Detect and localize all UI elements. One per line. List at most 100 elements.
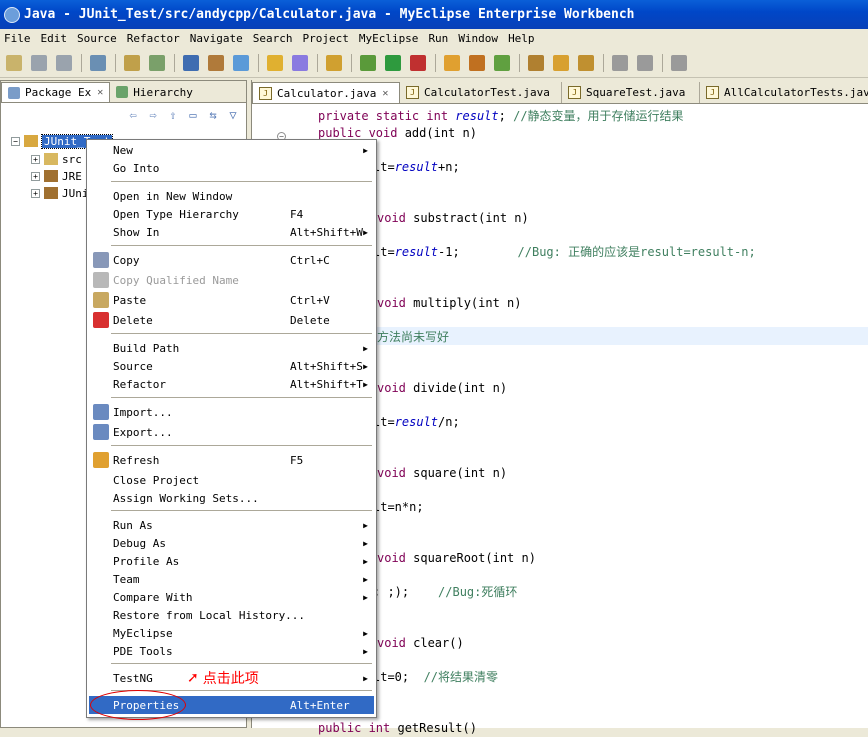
toolbar-button-icon[interactable] — [637, 54, 653, 71]
editor-tab-squaretest-java[interactable]: J SquareTest.java — [562, 82, 700, 103]
menu-item-export[interactable]: Export... — [89, 423, 374, 441]
close-icon[interactable]: ✕ — [382, 88, 388, 99]
menu-item-delete[interactable]: Delete Delete — [89, 311, 374, 329]
export-icon — [93, 424, 109, 440]
submenu-arrow-icon: ▶ — [363, 379, 368, 389]
menu-item-close-project[interactable]: Close Project — [89, 471, 374, 489]
code-line: public int getResult() — [318, 720, 477, 737]
menu-item-profile-as[interactable]: Profile As ▶ — [89, 552, 374, 570]
tab-package-ex[interactable]: Package Ex ✕ — [1, 82, 111, 102]
toolbar-button-icon[interactable] — [494, 54, 510, 71]
toolbar-button-icon[interactable] — [124, 54, 140, 71]
tree-item-juni[interactable]: + JUni — [31, 185, 89, 201]
menu-myeclipse[interactable]: MyEclipse — [359, 32, 419, 45]
toolbar-button-icon[interactable] — [360, 54, 376, 71]
menu-item-label: Build Path — [113, 341, 180, 355]
project-folder-icon — [24, 135, 38, 147]
menu-item-import[interactable]: Import... — [89, 403, 374, 421]
forward-arrow-icon[interactable]: ⇨ — [146, 108, 160, 122]
menu-item-label: Run As — [113, 518, 153, 532]
toolbar-button-icon[interactable] — [233, 54, 249, 71]
menu-item-debug-as[interactable]: Debug As ▶ — [89, 534, 374, 552]
close-icon[interactable]: ✕ — [97, 87, 103, 98]
menu-item-copy[interactable]: Copy Ctrl+C — [89, 251, 374, 269]
toolbar-button-icon[interactable] — [528, 54, 544, 71]
menu-item-copy-qualified-name[interactable]: Copy Qualified Name — [89, 271, 374, 289]
tab-hierarchy[interactable]: Hierarchy — [110, 82, 199, 102]
editor-tab-calculator-java[interactable]: J Calculator.java ✕ — [252, 82, 400, 103]
link-with-editor-icon[interactable]: ⇆ — [206, 108, 220, 122]
menu-item-shortcut: Alt+Shift+T — [290, 377, 363, 391]
tree-item-src[interactable]: + src — [31, 151, 82, 167]
menu-item-open-type-hierarchy[interactable]: Open Type Hierarchy F4 — [89, 205, 374, 223]
toolbar-button-icon[interactable] — [578, 54, 594, 71]
editor-tab-allcalculatortests-java[interactable]: J AllCalculatorTests.java — [700, 82, 868, 103]
collapse-all-icon[interactable]: ▭ — [186, 108, 200, 122]
expand-toggle-icon[interactable]: + — [31, 188, 40, 198]
menu-item-team[interactable]: Team ▶ — [89, 570, 374, 588]
toolbar-button-icon[interactable] — [326, 54, 342, 71]
menu-item-show-in[interactable]: Show In Alt+Shift+W ▶ — [89, 223, 374, 241]
code-token: ; — [498, 109, 514, 123]
menu-item-pde-tools[interactable]: PDE Tools ▶ — [89, 642, 374, 660]
expand-toggle-icon[interactable]: + — [31, 171, 40, 181]
toolbar-button-icon[interactable] — [410, 54, 426, 71]
expand-toggle-icon[interactable]: − — [11, 136, 20, 146]
toolbar-button-icon[interactable] — [292, 54, 308, 71]
menu-window[interactable]: Window — [458, 32, 498, 45]
menu-item-myeclipse[interactable]: MyEclipse ▶ — [89, 624, 374, 642]
toolbar-button-icon[interactable] — [469, 54, 485, 71]
toolbar-button-icon[interactable] — [553, 54, 569, 71]
menu-item-shortcut: F4 — [290, 207, 304, 221]
menu-item-open-in-new-window[interactable]: Open in New Window — [89, 187, 374, 205]
menu-item-go-into[interactable]: Go Into — [89, 159, 374, 177]
menu-separator — [111, 445, 372, 446]
submenu-arrow-icon: ▶ — [363, 361, 368, 371]
expand-toggle-icon[interactable]: + — [31, 154, 40, 164]
toolbar-button-icon[interactable] — [208, 54, 224, 71]
editor-tab-calculatortest-java[interactable]: J CalculatorTest.java — [400, 82, 562, 103]
menu-project[interactable]: Project — [302, 32, 348, 45]
toolbar-button-icon[interactable] — [671, 54, 687, 71]
menu-item-new[interactable]: New ▶ — [89, 141, 374, 159]
menu-edit[interactable]: Edit — [41, 32, 68, 45]
menu-search[interactable]: Search — [253, 32, 293, 45]
toolbar-button-icon[interactable] — [612, 54, 628, 71]
toolbar-button-icon[interactable] — [90, 54, 106, 71]
refresh-icon — [93, 452, 109, 468]
menu-navigate[interactable]: Navigate — [190, 32, 243, 45]
back-arrow-icon[interactable]: ⇦ — [126, 108, 140, 122]
code-token: //静态变量，用于存储运行结果 — [513, 109, 684, 123]
menu-item-build-path[interactable]: Build Path ▶ — [89, 339, 374, 357]
menu-run[interactable]: Run — [428, 32, 448, 45]
toolbar-button-icon[interactable] — [56, 54, 72, 71]
menu-help[interactable]: Help — [508, 32, 535, 45]
menu-item-assign-working-sets[interactable]: Assign Working Sets... — [89, 489, 374, 507]
menu-item-compare-with[interactable]: Compare With ▶ — [89, 588, 374, 606]
toolbar-button-icon[interactable] — [6, 54, 22, 71]
toolbar-button-icon[interactable] — [385, 54, 401, 71]
up-icon[interactable]: ⇧ — [166, 108, 180, 122]
toolbar-button-icon[interactable] — [444, 54, 460, 71]
menu-item-restore-from-local-history[interactable]: Restore from Local History... — [89, 606, 374, 624]
menu-refactor[interactable]: Refactor — [127, 32, 180, 45]
menu-source[interactable]: Source — [77, 32, 117, 45]
menu-item-label: Close Project — [113, 473, 200, 487]
annotation-note: ➚ 点击此项 — [187, 668, 259, 688]
tree-item-label: JUni — [62, 186, 89, 200]
toolbar-button-icon[interactable] — [31, 54, 47, 71]
menu-file[interactable]: File — [4, 32, 31, 45]
menu-item-source[interactable]: Source Alt+Shift+S ▶ — [89, 357, 374, 375]
tree-item-jre[interactable]: + JRE — [31, 168, 82, 184]
menu-item-paste[interactable]: Paste Ctrl+V — [89, 291, 374, 309]
package-explorer-icon — [8, 86, 20, 99]
view-menu-chevron-icon[interactable]: ▽ — [226, 108, 240, 122]
toolbar-button-icon[interactable] — [183, 54, 199, 71]
submenu-arrow-icon: ▶ — [363, 343, 368, 353]
menu-item-refresh[interactable]: Refresh F5 — [89, 451, 374, 469]
menu-item-refactor[interactable]: Refactor Alt+Shift+T ▶ — [89, 375, 374, 393]
java-file-icon: J — [568, 86, 581, 99]
toolbar-button-icon[interactable] — [149, 54, 165, 71]
menu-item-run-as[interactable]: Run As ▶ — [89, 516, 374, 534]
toolbar-button-icon[interactable] — [267, 54, 283, 71]
